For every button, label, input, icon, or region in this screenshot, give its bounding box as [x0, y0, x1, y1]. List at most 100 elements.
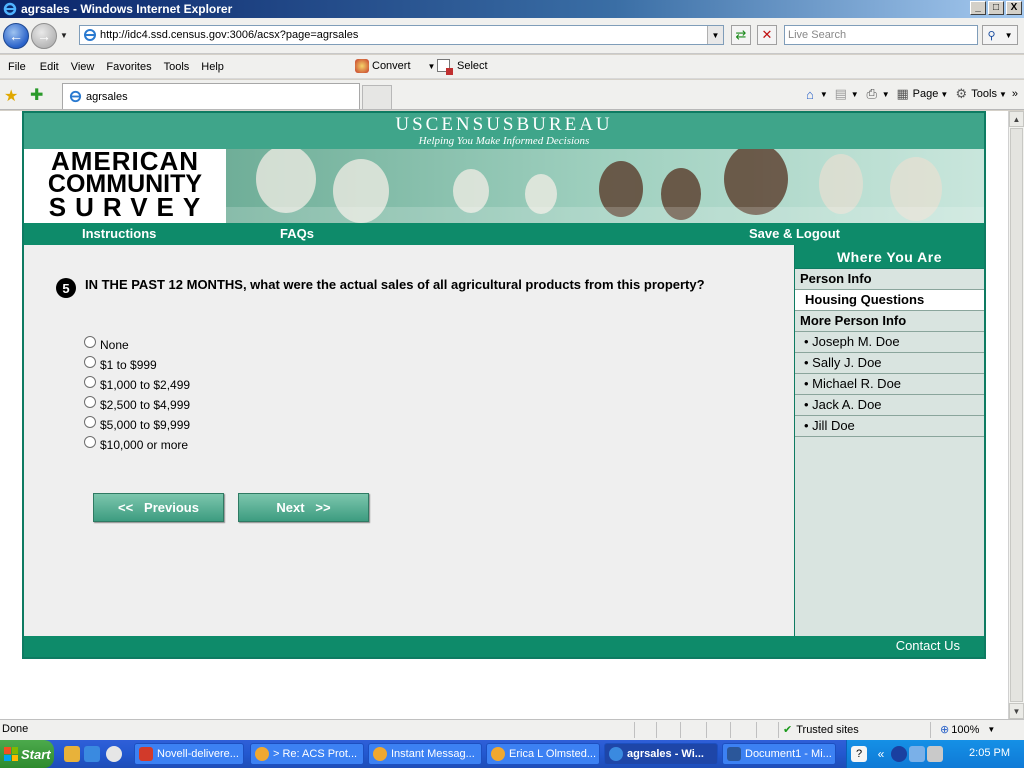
convert-button[interactable]: Convert ▼: [355, 59, 435, 73]
show-desktop-icon[interactable]: [64, 746, 80, 762]
start-button[interactable]: Start: [0, 740, 54, 768]
select-button[interactable]: Select: [437, 59, 488, 75]
nav-instructions-link[interactable]: Instructions: [82, 226, 156, 241]
nav-save-logout-link[interactable]: Save & Logout: [749, 226, 840, 241]
gear-icon: ⚙: [955, 86, 968, 101]
home-dropdown-icon[interactable]: ▼: [820, 90, 828, 99]
print-dropdown-icon[interactable]: ▼: [882, 90, 890, 99]
stop-button[interactable]: ✕: [757, 25, 777, 45]
tools-dropdown-icon[interactable]: ▼: [999, 90, 1007, 99]
history-dropdown-icon[interactable]: ▼: [60, 31, 68, 40]
previous-button[interactable]: << Previous: [93, 493, 224, 522]
task-novell[interactable]: Novell-delivere...: [134, 743, 244, 765]
security-zone[interactable]: ✔ Trusted sites: [783, 723, 859, 737]
printer-tray-icon[interactable]: [927, 746, 943, 762]
favorites-star-icon[interactable]: ★: [4, 86, 18, 106]
option-10000-more-radio[interactable]: [84, 436, 96, 448]
ie-quicklaunch-icon[interactable]: [84, 746, 100, 762]
option-1-999-radio[interactable]: [84, 356, 96, 368]
status-divider: [680, 722, 681, 738]
zoom-control[interactable]: ⊕ 100% ▼: [940, 723, 995, 737]
option-10000-more[interactable]: $10,000 or more: [84, 435, 190, 455]
sidebar-item-person[interactable]: • Sally J. Doe: [795, 353, 984, 374]
page-menu-label: Page: [912, 88, 939, 100]
page-dropdown-icon[interactable]: ▼: [940, 90, 948, 99]
word-icon: [727, 747, 741, 761]
add-favorite-icon[interactable]: ✚: [30, 85, 43, 105]
chevron-more-button[interactable]: »: [1012, 88, 1018, 100]
home-button[interactable]: ⌂ ▼: [802, 86, 828, 102]
convert-dropdown-icon[interactable]: ▼: [428, 62, 436, 71]
close-button[interactable]: X: [1006, 1, 1022, 15]
task-word-document[interactable]: Document1 - Mi...: [722, 743, 836, 765]
menu-file[interactable]: File: [2, 61, 32, 73]
window-titlebar[interactable]: agrsales - Windows Internet Explorer _ □…: [0, 0, 1024, 18]
scroll-thumb[interactable]: [1010, 128, 1023, 702]
next-button[interactable]: Next >>: [238, 493, 369, 522]
search-button[interactable]: ⚲ ▼: [982, 25, 1018, 45]
contact-us-link[interactable]: Contact Us: [896, 638, 960, 653]
option-none[interactable]: None: [84, 335, 190, 355]
sidebar-item-person[interactable]: • Jack A. Doe: [795, 395, 984, 416]
print-button[interactable]: ⎙ ▼: [864, 86, 890, 102]
scroll-up-icon[interactable]: ▲: [1009, 111, 1024, 127]
task-erica-chat[interactable]: Erica L Olmsted...: [486, 743, 600, 765]
task-acs-email[interactable]: > Re: ACS Prot...: [250, 743, 364, 765]
option-1000-2499[interactable]: $1,000 to $2,499: [84, 375, 190, 395]
option-5000-9999-radio[interactable]: [84, 416, 96, 428]
refresh-icon: ⇄: [735, 27, 747, 42]
forward-button[interactable]: →: [31, 23, 57, 49]
address-input[interactable]: http://idc4.ssd.census.gov:3006/acsx?pag…: [79, 25, 724, 45]
media-player-icon[interactable]: [106, 746, 122, 762]
vertical-scrollbar[interactable]: ▲ ▼: [1008, 111, 1024, 719]
menu-tools[interactable]: Tools: [158, 61, 196, 73]
status-divider: [778, 722, 779, 738]
search-input[interactable]: Live Search: [784, 25, 978, 45]
menu-view[interactable]: View: [65, 61, 101, 73]
tools-menu-button[interactable]: ⚙ Tools ▼: [953, 86, 1007, 102]
tab-agrsales[interactable]: agrsales: [62, 83, 360, 109]
page-menu-button[interactable]: ▦ Page ▼: [895, 86, 948, 102]
security-zone-label: Trusted sites: [796, 723, 859, 736]
option-5000-9999[interactable]: $5,000 to $9,999: [84, 415, 190, 435]
novell-icon: [139, 747, 153, 761]
monitor-icon[interactable]: [909, 746, 925, 762]
sidebar-item-housing-questions[interactable]: Housing Questions: [795, 290, 984, 311]
search-dropdown-icon[interactable]: ▼: [1005, 31, 1013, 40]
menu-favorites[interactable]: Favorites: [100, 61, 157, 73]
network-icon[interactable]: [891, 746, 907, 762]
option-1-999[interactable]: $1 to $999: [84, 355, 190, 375]
feeds-button[interactable]: ▤ ▼: [833, 86, 859, 102]
new-tab-button[interactable]: [362, 85, 392, 109]
nav-faqs-link[interactable]: FAQs: [280, 226, 314, 241]
sidebar-item-person[interactable]: • Joseph M. Doe: [795, 332, 984, 353]
acs-survey-frame: USCENSUSBUREAU Helping You Make Informed…: [22, 111, 986, 659]
task-instant-messenger[interactable]: Instant Messag...: [368, 743, 482, 765]
back-button[interactable]: ←: [3, 23, 29, 49]
sidebar-item-more-person-info[interactable]: More Person Info: [795, 311, 984, 332]
system-tray: ? « 2:05 PM: [846, 740, 1024, 768]
sidebar-item-person[interactable]: • Michael R. Doe: [795, 374, 984, 395]
maximize-button[interactable]: □: [988, 1, 1004, 15]
menu-edit[interactable]: Edit: [34, 61, 65, 73]
menu-help[interactable]: Help: [195, 61, 230, 73]
sidebar-item-person-info[interactable]: Person Info: [795, 269, 984, 290]
task-agrsales[interactable]: agrsales - Wi...: [604, 743, 718, 765]
help-icon[interactable]: ?: [851, 746, 867, 762]
option-1000-2499-radio[interactable]: [84, 376, 96, 388]
tray-chevron-icon[interactable]: «: [873, 746, 889, 762]
sidebar-item-person[interactable]: • Jill Doe: [795, 416, 984, 437]
tools-menu-label: Tools: [971, 88, 997, 100]
minimize-button[interactable]: _: [970, 1, 986, 15]
option-none-radio[interactable]: [84, 336, 96, 348]
address-dropdown-icon[interactable]: ▼: [707, 26, 723, 44]
command-bar: ⌂ ▼ ▤ ▼ ⎙ ▼ ▦ Page ▼ ⚙ Tools ▼ »: [802, 86, 1018, 102]
people-photo-banner: [226, 149, 984, 223]
feeds-dropdown-icon[interactable]: ▼: [851, 90, 859, 99]
option-2500-4999[interactable]: $2,500 to $4,999: [84, 395, 190, 415]
option-2500-4999-radio[interactable]: [84, 396, 96, 408]
refresh-button[interactable]: ⇄: [731, 25, 751, 45]
scroll-down-icon[interactable]: ▼: [1009, 703, 1024, 719]
windows-taskbar: Start Novell-delivere... > Re: ACS Prot.…: [0, 740, 1024, 768]
zoom-dropdown-icon[interactable]: ▼: [987, 725, 995, 734]
